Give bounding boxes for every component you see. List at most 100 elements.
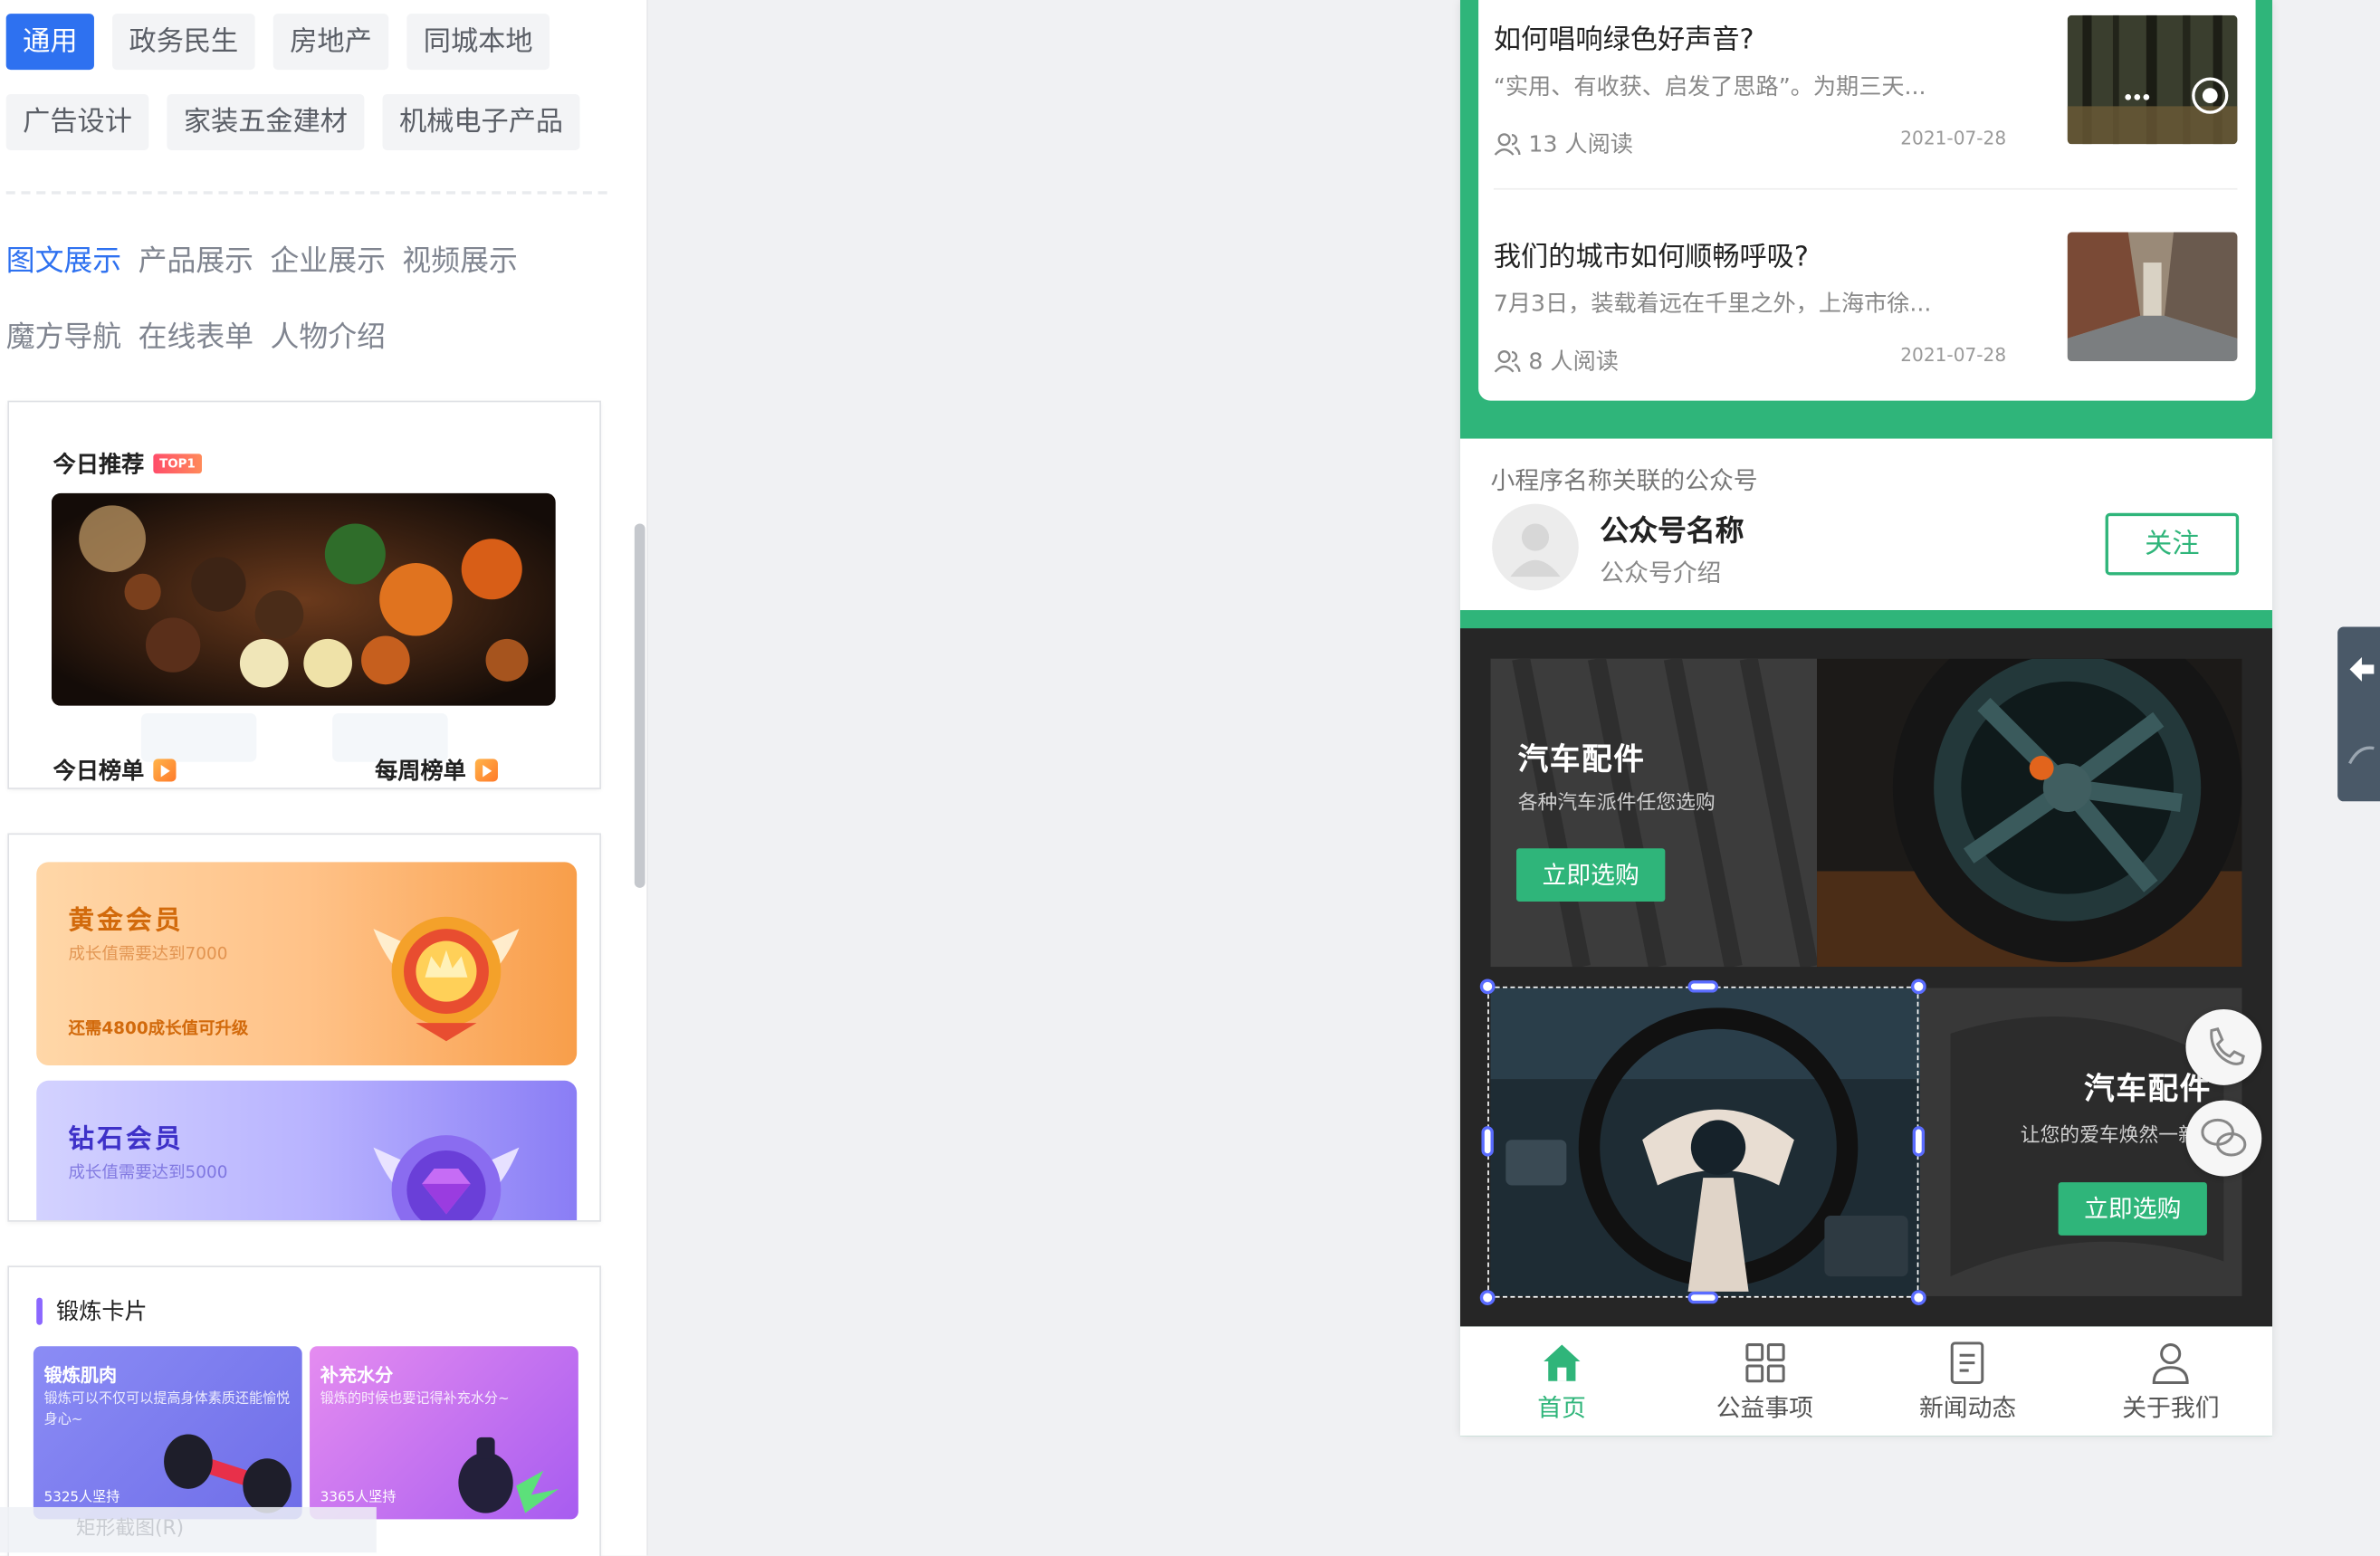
category-row-2: 广告设计 家装五金建材 机械电子产品 <box>5 93 580 150</box>
tab-video[interactable]: 视频展示 <box>402 238 517 279</box>
tab-about[interactable]: 关于我们 <box>2069 1326 2272 1436</box>
tab-magic-nav[interactable]: 魔方导航 <box>6 314 121 355</box>
gold-member-card: 黄金会员 成长值需要达到7000 还需4800成长值可升级 <box>36 862 578 1066</box>
tab-home[interactable]: 首页 <box>1460 1326 1663 1436</box>
tab-enterprise[interactable]: 企业展示 <box>271 238 386 279</box>
news-thumbnail-forest <box>2067 14 2238 145</box>
tire-texture-panel[interactable]: 汽车配件 各种汽车派件任您选购 立即选购 <box>1490 658 1818 968</box>
tab-news-label: 新闻动态 <box>1918 1393 2017 1423</box>
news-reads: 8 人阅读 <box>1494 345 1619 377</box>
exercise-item-title: 补充水分 <box>320 1364 394 1386</box>
news-title: 我们的城市如何顺畅呼吸? <box>1493 241 1809 273</box>
category-tab-real-estate[interactable]: 房地产 <box>272 14 389 71</box>
users-icon <box>1494 132 1521 155</box>
play-icon <box>153 759 177 782</box>
top1-badge: TOP1 <box>153 453 202 474</box>
template-card-member[interactable]: 黄金会员 成长值需要达到7000 还需4800成长值可升级 钻石会员 成长值需要… <box>7 833 601 1222</box>
daily-rank[interactable]: 今日榜单 <box>53 754 177 786</box>
news-reads-text: 8 人阅读 <box>1528 347 1619 376</box>
phone-icon <box>2210 1027 2245 1065</box>
template-card-recommend[interactable]: 今日推荐 TOP1 今日榜单 每周榜单 <box>7 400 601 789</box>
tab-person[interactable]: 人物介绍 <box>271 314 386 355</box>
divider <box>5 191 607 195</box>
news-reads-text: 13 人阅读 <box>1528 130 1633 158</box>
bottom-tabbar: 首页 公益事项 新闻动态 关于我们 <box>1459 1326 2273 1437</box>
selection-frame[interactable] <box>1487 986 1919 1298</box>
category-tab-ad-design[interactable]: 广告设计 <box>5 93 149 150</box>
component-tabs-row-2: 魔方导航 在线表单 人物介绍 <box>6 314 386 355</box>
follow-button[interactable]: 关注 <box>2105 512 2240 576</box>
gold-title: 黄金会员 <box>68 905 184 937</box>
exercise-item-count: 3365人坚持 <box>320 1490 397 1506</box>
resize-handle[interactable] <box>1479 978 1496 995</box>
arrow-left-icon <box>2348 657 2375 765</box>
news-date: 2021-07-28 <box>1900 344 2007 367</box>
exercise-item-water: 补充水分 锻炼的时候也要记得补充水分~ 3365人坚持 <box>310 1346 578 1520</box>
play-icon <box>474 759 498 782</box>
resize-handle[interactable] <box>1481 1126 1494 1157</box>
tab-online-form[interactable]: 在线表单 <box>139 314 253 355</box>
category-tab-local[interactable]: 同城本地 <box>406 14 550 71</box>
category-row-1: 通用 政务民生 房地产 同城本地 <box>5 14 550 71</box>
resize-handle[interactable] <box>1910 1290 1926 1305</box>
news-title: 如何唱响绿色好声音? <box>1493 24 1754 57</box>
category-tab-general[interactable]: 通用 <box>5 14 94 71</box>
official-account-card: 小程序名称关联的公众号 公众号名称 公众号介绍 关注 <box>1459 438 2273 611</box>
users-icon <box>1494 349 1521 372</box>
car-banner-subtitle: 让您的爱车焕然一新 <box>2020 1124 2198 1148</box>
water-bottle-icon <box>458 1437 559 1513</box>
tab-charity[interactable]: 公益事项 <box>1663 1326 1866 1436</box>
tab-news[interactable]: 新闻动态 <box>1867 1326 2069 1436</box>
resize-handle[interactable] <box>1687 1291 1719 1304</box>
tab-product[interactable]: 产品展示 <box>139 238 253 279</box>
exercise-title: 锻炼卡片 <box>36 1294 148 1326</box>
weekly-rank[interactable]: 每周榜单 <box>375 754 498 786</box>
category-tab-electronics[interactable]: 机械电子产品 <box>382 93 580 150</box>
component-panel: 通用 政务民生 房地产 同城本地 广告设计 家装五金建材 机械电子产品 图文展示… <box>0 0 648 1556</box>
car-banner-title: 汽车配件 <box>1517 740 1646 778</box>
gold-crown-badge-icon <box>373 916 520 1042</box>
home-icon <box>1543 1344 1581 1381</box>
component-tabs-row-1: 图文展示 产品展示 企业展示 视频展示 <box>6 238 518 279</box>
tab-about-label: 关于我们 <box>2122 1393 2220 1423</box>
exercise-item-muscle: 锻炼肌肉 锻炼可以不仅可以提高身体素质还能愉悦身心~ 5325人坚持 <box>33 1346 302 1520</box>
news-item[interactable]: 如何唱响绿色好声音? “实用、有收获、启发了思路”。为期三天... 13 人阅读… <box>1494 0 2238 190</box>
panel-scrollbar[interactable] <box>634 523 645 888</box>
car-banner-subtitle: 各种汽车派件任您选购 <box>1517 792 1716 816</box>
resize-handle[interactable] <box>1910 978 1926 995</box>
resize-handle[interactable] <box>1479 1290 1496 1305</box>
category-tab-government[interactable]: 政务民生 <box>112 14 255 71</box>
document-icon <box>1951 1341 1984 1384</box>
buy-now-button[interactable]: 立即选购 <box>1516 848 1666 902</box>
exercise-item-desc: 锻炼的时候也要记得补充水分~ <box>320 1391 510 1408</box>
diamond-badge-icon <box>373 1135 520 1221</box>
news-desc: “实用、有收获、启发了思路”。为期三天... <box>1493 72 1926 100</box>
tab-image-text[interactable]: 图文展示 <box>6 238 121 279</box>
news-thumbnail-street <box>2067 232 2238 362</box>
daily-rank-label: 今日榜单 <box>53 757 145 785</box>
user-icon <box>2152 1343 2189 1384</box>
official-account-desc: 公众号介绍 <box>1600 558 1722 587</box>
wechat-icon <box>2201 1118 2247 1157</box>
category-tab-hardware[interactable]: 家装五金建材 <box>167 93 365 150</box>
weekly-rank-label: 每周榜单 <box>375 757 466 785</box>
title-accent-bar <box>36 1296 43 1324</box>
diamond-member-card: 钻石会员 成长值需要达到5000 <box>36 1080 578 1221</box>
recommend-title-text: 今日推荐 <box>53 450 145 479</box>
resize-handle[interactable] <box>1912 1126 1926 1157</box>
wechat-button[interactable] <box>2185 1100 2262 1177</box>
gold-note: 还需4800成长值可升级 <box>68 1018 249 1038</box>
news-item[interactable]: 我们的城市如何顺畅呼吸? 7月3日，装载着远在千里之外，上海市徐... 8 人阅… <box>1494 217 2238 407</box>
side-toolbar[interactable] <box>2337 626 2380 802</box>
dumbbell-icon <box>164 1434 292 1513</box>
news-list: 如何唱响绿色好声音? “实用、有收获、启发了思路”。为期三天... 13 人阅读… <box>1478 0 2256 401</box>
resize-handle[interactable] <box>1687 980 1719 993</box>
phone-call-button[interactable] <box>2185 1009 2262 1085</box>
official-account-label: 小程序名称关联的公众号 <box>1490 465 1758 495</box>
news-date: 2021-07-28 <box>1900 127 2007 149</box>
buy-now-button[interactable]: 立即选购 <box>2058 1182 2207 1236</box>
avatar <box>1492 503 1579 591</box>
recommend-title: 今日推荐 TOP1 <box>53 448 202 480</box>
diamond-subtitle: 成长值需要达到5000 <box>68 1162 228 1183</box>
food-image <box>52 492 556 706</box>
